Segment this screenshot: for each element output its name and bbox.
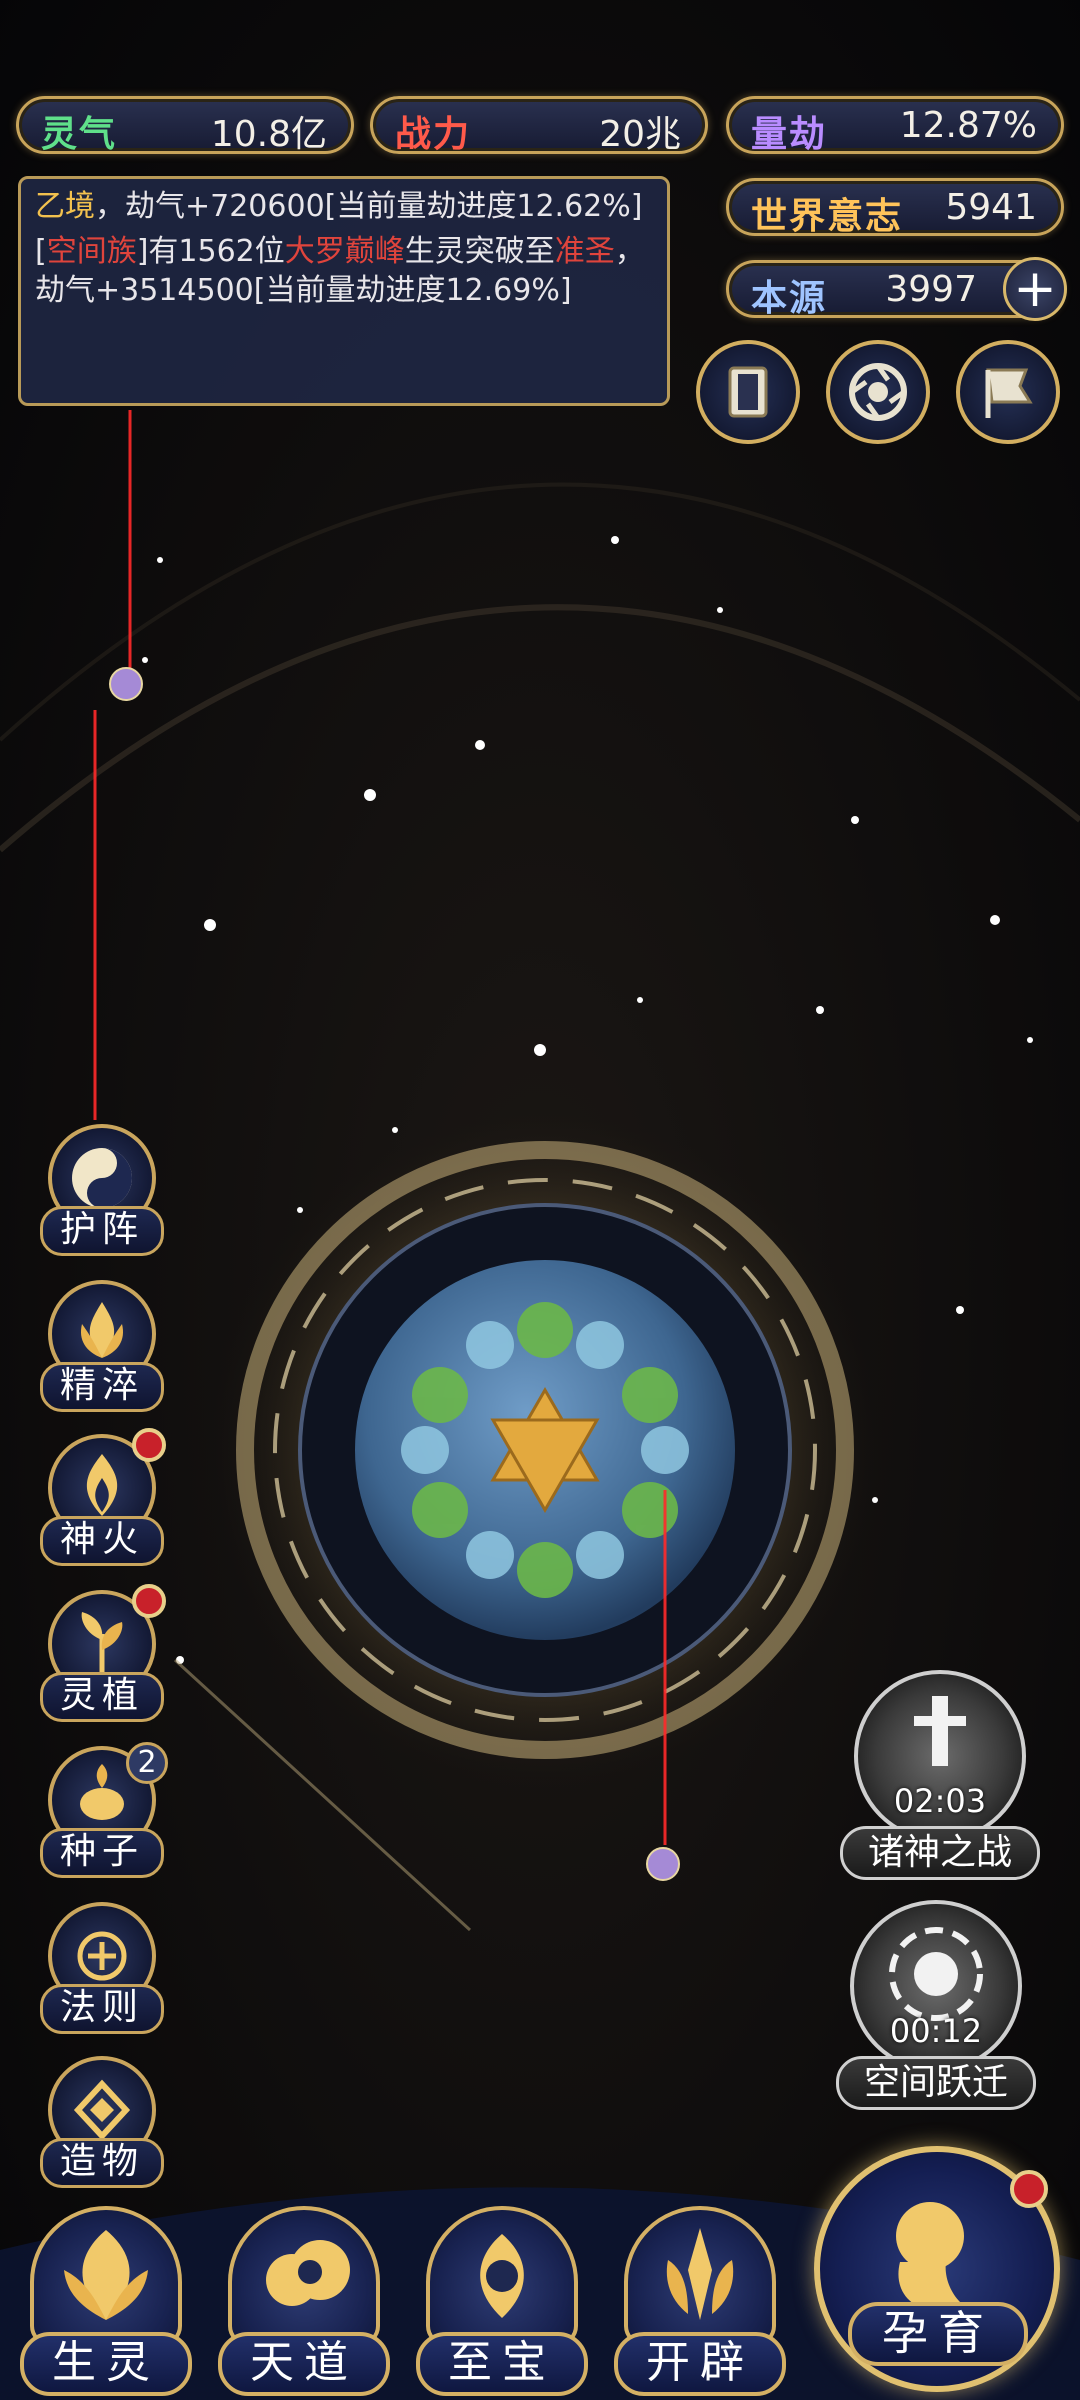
side-item-shenhuo[interactable]: 神火 — [40, 1428, 166, 1566]
liangjie-label: 量劫 — [751, 114, 828, 155]
log-text: ，劫气+720600[当前量劫进度12.62%] — [95, 189, 643, 224]
side-item-label: 灵植 — [40, 1672, 164, 1722]
log-entry: [空间族]有1562位大罗巅峰生灵突破至准圣，劫气+3514500[当前量劫进度… — [35, 232, 653, 310]
log-text: ]有1562位 — [136, 234, 285, 269]
side-item-label: 神火 — [40, 1516, 164, 1566]
event-label: 空间跃迁 — [836, 2056, 1036, 2110]
cloud-icon — [266, 2240, 350, 2306]
notification-dot — [132, 1584, 166, 1618]
log-text: [ — [35, 234, 47, 269]
event-label: 诸神之战 — [840, 1826, 1040, 1880]
benyuan-label: 本源 — [751, 278, 828, 319]
log-rank: 准圣 — [554, 234, 615, 269]
event-timer: 00:12 — [889, 2012, 983, 2050]
log-entry: 乙境，劫气+720600[当前量劫进度12.62%] — [35, 187, 653, 226]
yunyu-main-button[interactable]: 孕育 — [814, 2146, 1060, 2392]
log-race: 空间族 — [46, 234, 137, 269]
event-timer: 02:03 — [893, 1782, 987, 1820]
scroll-icon — [728, 366, 768, 418]
phoenix-icon — [64, 2230, 148, 2320]
side-item-faze[interactable]: 法则 — [40, 1902, 164, 2034]
main-button-label: 孕育 — [848, 2302, 1028, 2366]
side-item-jingcui[interactable]: 精淬 — [40, 1280, 164, 1412]
side-item-label: 造物 — [40, 2138, 164, 2188]
event-zhushen-button[interactable]: 02:03 诸神之战 — [840, 1670, 1040, 1880]
side-item-lingzhi[interactable]: 灵植 — [40, 1584, 166, 1722]
event-log: 乙境，劫气+720600[当前量劫进度12.62%] [空间族]有1562位大罗… — [18, 176, 670, 406]
log-rank: 大罗巅峰 — [284, 234, 405, 269]
lingqi-stat: 灵气 10.8亿 — [16, 96, 354, 155]
notification-dot — [132, 1428, 166, 1462]
notification-dot — [1010, 2170, 1048, 2208]
log-realm: 乙境 — [35, 189, 95, 224]
zhanli-stat: 战力 20兆 — [370, 96, 708, 155]
nav-label: 至宝 — [416, 2332, 588, 2396]
count-badge: 2 — [126, 1742, 168, 1784]
side-item-label: 护阵 — [40, 1206, 164, 1256]
shijie-value: 5941 — [945, 187, 1037, 228]
nav-label: 开辟 — [614, 2332, 786, 2396]
lingqi-value: 10.8亿 — [210, 114, 327, 155]
scroll-button[interactable] — [696, 340, 800, 444]
side-item-label: 种子 — [40, 1828, 164, 1878]
side-item-label: 法则 — [40, 1984, 164, 2034]
nav-zhibao[interactable]: 至宝 — [416, 2206, 588, 2396]
liangjie-stat: 量劫 12.87% — [726, 96, 1064, 155]
zhanli-value: 20兆 — [599, 114, 681, 155]
shijie-stat: 世界意志 5941 — [726, 178, 1064, 237]
nav-shengling[interactable]: 生灵 — [20, 2206, 192, 2396]
vortex-icon — [849, 363, 907, 421]
zhanli-label: 战力 — [395, 114, 472, 155]
benyuan-stat: 本源 3997 + — [726, 257, 1067, 321]
side-item-zhongzi[interactable]: 2 种子 — [40, 1742, 168, 1878]
benyuan-add-button[interactable]: + — [1003, 257, 1067, 321]
nav-label: 天道 — [218, 2332, 390, 2396]
axe-icon — [666, 2228, 734, 2320]
flag-button[interactable] — [956, 340, 1060, 444]
nav-kaipi[interactable]: 开辟 — [614, 2206, 786, 2396]
side-item-zaowu[interactable]: 造物 — [40, 2056, 164, 2188]
flag-icon — [985, 368, 1033, 418]
shijie-label: 世界意志 — [751, 196, 904, 237]
lingqi-label: 灵气 — [41, 114, 118, 155]
event-kongjian-button[interactable]: 00:12 空间跃迁 — [836, 1900, 1036, 2110]
liangjie-value: 12.87% — [899, 105, 1037, 146]
vortex-button[interactable] — [826, 340, 930, 444]
side-item-label: 精淬 — [40, 1362, 164, 1412]
side-item-huzhen[interactable]: 护阵 — [40, 1124, 164, 1256]
nav-tiandao[interactable]: 天道 — [218, 2206, 390, 2396]
treasure-icon — [480, 2234, 524, 2318]
log-text: 生灵突破至 — [404, 234, 555, 269]
nav-label: 生灵 — [20, 2332, 192, 2396]
benyuan-value: 3997 — [885, 269, 977, 310]
